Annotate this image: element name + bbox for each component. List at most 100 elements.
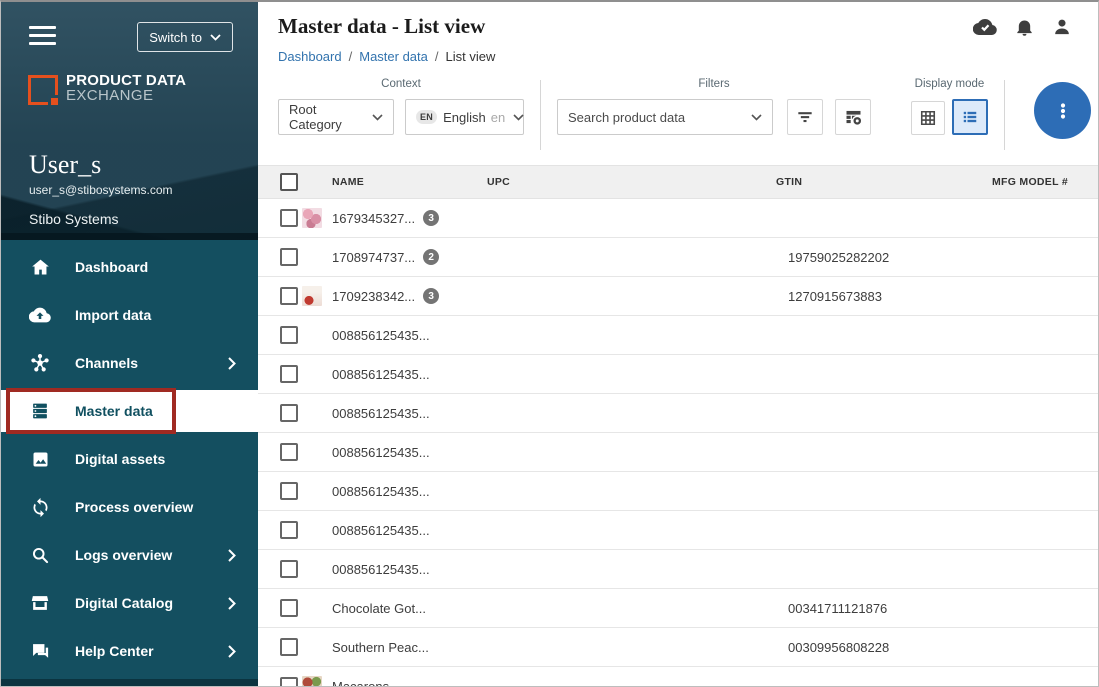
table-row[interactable]: 008856125435...: [258, 394, 1098, 433]
row-checkbox[interactable]: [280, 404, 298, 422]
search-icon: [29, 544, 51, 566]
table-header: NAME UPC GTIN MFG MODEL #: [258, 165, 1098, 199]
sidebar: Switch to PRODUCT DATA EXCHANGE User_s u…: [1, 2, 258, 686]
home-icon: [29, 256, 51, 278]
list-view-icon: [960, 107, 980, 127]
product-table: NAME UPC GTIN MFG MODEL # 1679345327...3…: [258, 165, 1098, 686]
sidebar-item-import-data[interactable]: Import data: [1, 291, 258, 339]
thumbnail-placeholder: [302, 247, 322, 267]
filters-group: Filters Search product data: [557, 78, 871, 135]
column-header-name[interactable]: NAME: [302, 176, 487, 188]
column-header-upc[interactable]: UPC: [487, 176, 776, 188]
product-name: 008856125435...: [332, 367, 430, 382]
notifications-bell-icon[interactable]: [1014, 16, 1035, 38]
product-name: Southern Peac...: [332, 640, 429, 655]
category-dropdown[interactable]: Root Category: [278, 99, 394, 135]
table-row[interactable]: 008856125435...: [258, 433, 1098, 472]
display-mode-label: Display mode: [911, 78, 988, 92]
chevron-right-icon: [228, 597, 236, 610]
product-thumbnail: [302, 286, 322, 306]
table-row[interactable]: 008856125435...: [258, 355, 1098, 394]
language-code: en: [491, 110, 505, 125]
row-checkbox[interactable]: [280, 560, 298, 578]
table-row[interactable]: 1708974737...2 19759025282202: [258, 238, 1098, 277]
language-dropdown[interactable]: EN English en: [405, 99, 524, 135]
product-name: Macarons: [332, 679, 389, 687]
image-icon: [29, 448, 51, 470]
table-row[interactable]: 008856125435...: [258, 511, 1098, 550]
column-visibility-button[interactable]: [835, 99, 871, 135]
breadcrumb-dashboard[interactable]: Dashboard: [278, 49, 342, 64]
thumbnail-placeholder: [302, 364, 322, 384]
table-row[interactable]: Southern Peac... 00309956808228: [258, 628, 1098, 667]
sidebar-item-label: Digital assets: [75, 451, 165, 467]
select-all-checkbox[interactable]: [280, 173, 298, 191]
table-row[interactable]: 008856125435...: [258, 316, 1098, 355]
breadcrumb-current: List view: [446, 49, 496, 64]
row-checkbox[interactable]: [280, 326, 298, 344]
cloud-check-icon[interactable]: [973, 15, 997, 39]
grid-view-button[interactable]: [911, 101, 945, 135]
table-row[interactable]: Macarons: [258, 667, 1098, 686]
product-name: Chocolate Got...: [332, 601, 426, 616]
list-view-button[interactable]: [952, 99, 988, 135]
sync-icon: [29, 496, 51, 518]
variant-count-badge: 3: [423, 288, 439, 304]
sidebar-item-master-data[interactable]: Master data: [1, 390, 258, 432]
row-checkbox[interactable]: [280, 287, 298, 305]
sidebar-item-process-overview[interactable]: Process overview: [1, 483, 258, 531]
thumbnail-placeholder: [302, 637, 322, 657]
toolbar-divider: [1004, 80, 1005, 150]
chevron-down-icon: [743, 114, 762, 121]
breadcrumb-master-data[interactable]: Master data: [359, 49, 428, 64]
sidebar-item-label: Digital Catalog: [75, 595, 173, 611]
user-profile-icon[interactable]: [1052, 16, 1072, 38]
table-row[interactable]: 1679345327...3: [258, 199, 1098, 238]
display-mode-group: Display mode: [911, 78, 988, 135]
chevron-right-icon: [228, 357, 236, 370]
search-product-data-dropdown[interactable]: Search product data: [557, 99, 773, 135]
sidebar-item-digital-assets[interactable]: Digital assets: [1, 435, 258, 483]
switch-to-button[interactable]: Switch to: [137, 22, 233, 52]
app-window: Switch to PRODUCT DATA EXCHANGE User_s u…: [0, 0, 1099, 687]
row-checkbox[interactable]: [280, 521, 298, 539]
product-name: 008856125435...: [332, 328, 430, 343]
product-name: 008856125435...: [332, 523, 430, 538]
column-header-mfg-model[interactable]: MFG MODEL #: [976, 176, 1098, 188]
row-checkbox[interactable]: [280, 365, 298, 383]
row-checkbox[interactable]: [280, 677, 298, 686]
product-thumbnail: [302, 208, 322, 228]
stibo-logo-icon: [28, 75, 58, 105]
logo-line2: EXCHANGE: [66, 88, 186, 103]
actions-menu-fab[interactable]: [1034, 82, 1091, 139]
gtin-value: 19759025282202: [776, 250, 976, 265]
thumbnail-placeholder: [302, 442, 322, 462]
table-row[interactable]: 008856125435...: [258, 550, 1098, 589]
sidebar-item-channels[interactable]: Channels: [1, 339, 258, 387]
hamburger-menu-icon[interactable]: [29, 26, 56, 45]
sidebar-item-digital-catalog[interactable]: Digital Catalog: [1, 579, 258, 627]
kebab-menu-icon: [1051, 99, 1075, 123]
row-checkbox[interactable]: [280, 599, 298, 617]
row-checkbox[interactable]: [280, 248, 298, 266]
filter-button[interactable]: [787, 99, 823, 135]
sidebar-item-logs-overview[interactable]: Logs overview: [1, 531, 258, 579]
row-checkbox[interactable]: [280, 443, 298, 461]
thumbnail-placeholder: [302, 325, 322, 345]
gtin-value: 00309956808228: [776, 640, 976, 655]
sidebar-item-help-center[interactable]: Help Center: [1, 627, 258, 675]
table-row[interactable]: 008856125435...: [258, 472, 1098, 511]
sidebar-item-dashboard[interactable]: Dashboard: [1, 243, 258, 291]
breadcrumb: Dashboard / Master data / List view: [278, 49, 1098, 64]
row-checkbox[interactable]: [280, 209, 298, 227]
row-checkbox[interactable]: [280, 638, 298, 656]
table-row[interactable]: 1709238342...3 1270915673883: [258, 277, 1098, 316]
row-checkbox[interactable]: [280, 482, 298, 500]
sidebar-nav: Dashboard Import data: [1, 240, 258, 675]
product-name: 1679345327...: [332, 211, 415, 226]
column-header-gtin[interactable]: GTIN: [776, 176, 976, 188]
context-group: Context Root Category EN English en: [278, 78, 524, 135]
table-row[interactable]: Chocolate Got... 00341711121876: [258, 589, 1098, 628]
variant-count-badge: 2: [423, 249, 439, 265]
product-name: 008856125435...: [332, 445, 430, 460]
